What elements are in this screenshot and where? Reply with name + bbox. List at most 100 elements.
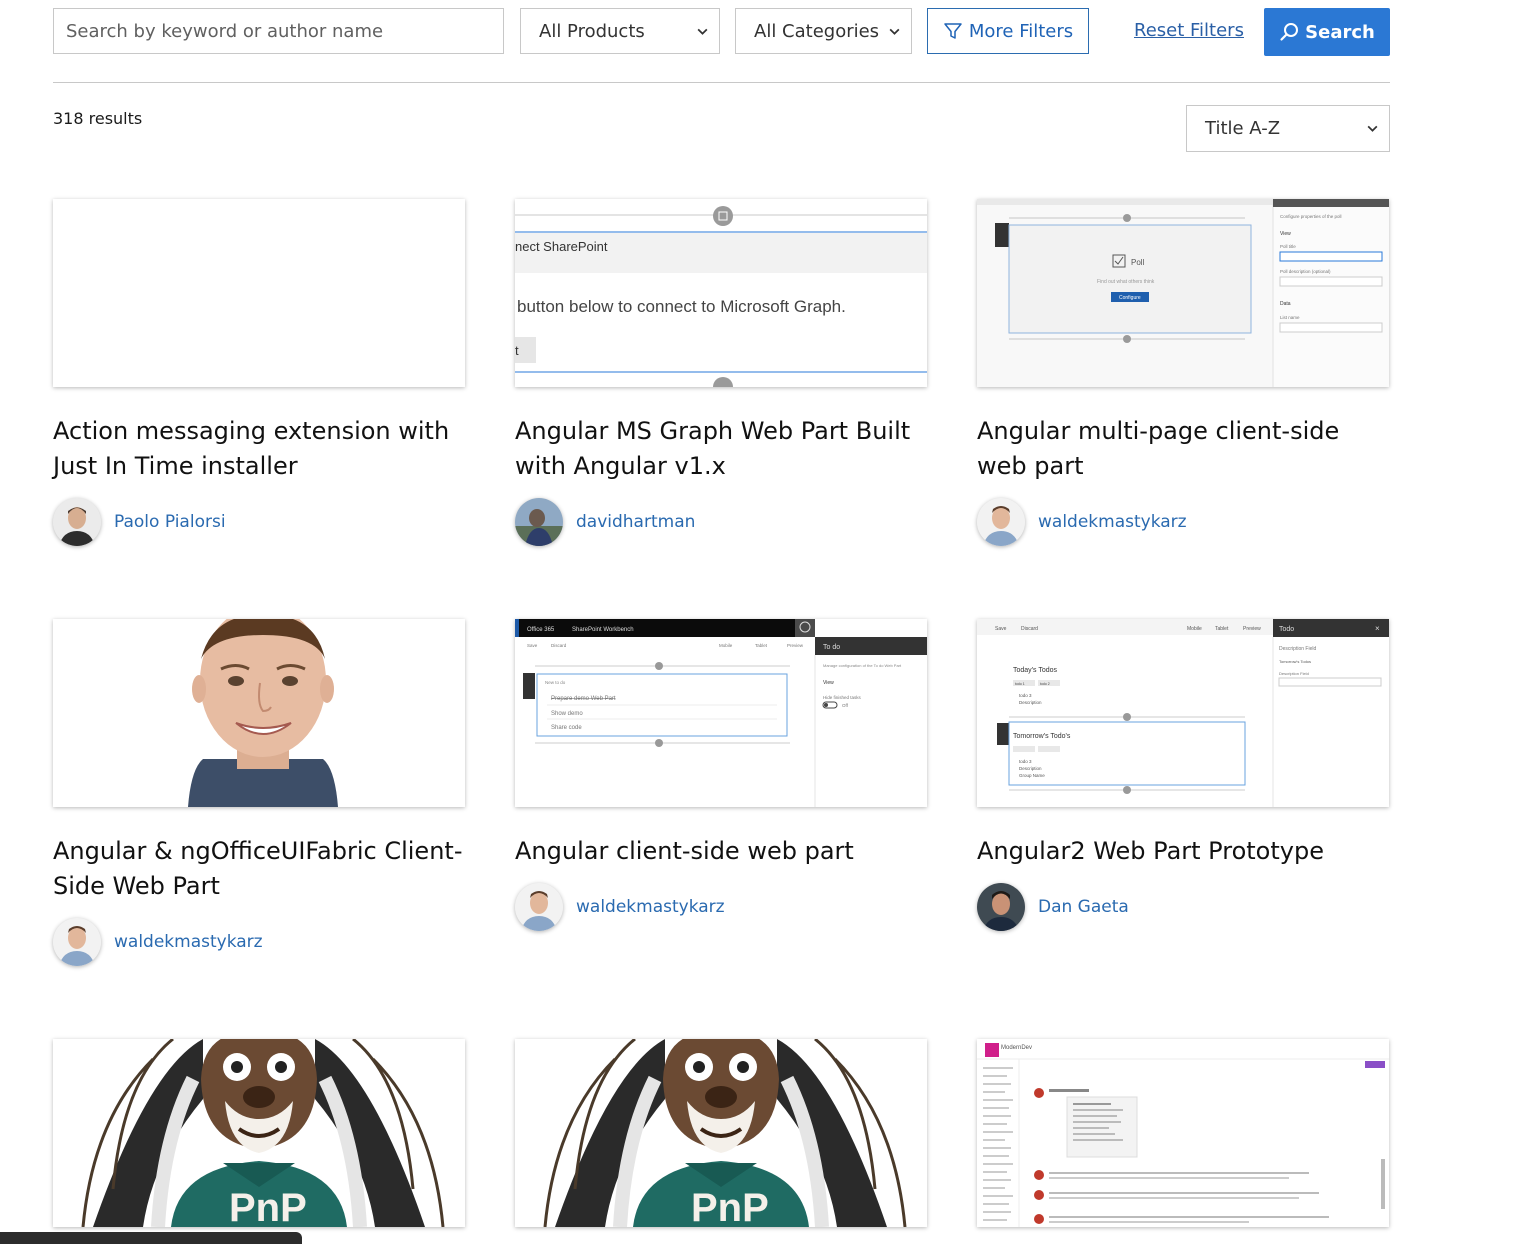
thumb-text: Description	[1019, 700, 1042, 705]
sample-thumbnail[interactable]: Office 365 SharePoint Workbench Save Dis…	[515, 619, 927, 807]
sample-card[interactable]: Action messaging extension with Just In …	[53, 199, 465, 546]
thumb-text: Description Field	[1279, 646, 1316, 652]
thumb-text: Data	[1280, 301, 1291, 307]
sample-thumbnail[interactable]: PnP	[515, 1039, 927, 1227]
author-row: waldekmastykarz	[977, 498, 1389, 546]
thumb-text: Poll description (optional)	[1280, 269, 1331, 274]
thumb-text: todo 1	[1015, 682, 1025, 686]
sample-card[interactable]: Poll Find out what others think Configur…	[977, 199, 1389, 546]
thumb-text: Configure properties of the poll	[1280, 214, 1342, 219]
avatar	[977, 883, 1025, 931]
search-button[interactable]: Search	[1264, 8, 1390, 56]
thumb-text: Office 365	[527, 627, 555, 633]
sample-card[interactable]: nect SharePoint button below to connect …	[515, 199, 927, 546]
author-name[interactable]: davidhartman	[576, 512, 695, 532]
sample-thumbnail[interactable]: PnP	[53, 1039, 465, 1227]
author-name[interactable]: Paolo Pialorsi	[114, 512, 226, 532]
author-row: Dan Gaeta	[977, 883, 1389, 931]
sample-title[interactable]: Angular & ngOfficeUIFabric Client-Side W…	[53, 834, 465, 904]
more-filters-label: More Filters	[968, 20, 1074, 42]
avatar	[515, 883, 563, 931]
thumb-text: ModernDev	[1001, 1045, 1032, 1051]
sample-title[interactable]: Angular client-side web part	[515, 834, 927, 869]
thumb-text: todo 2	[1040, 682, 1050, 686]
chevron-down-icon	[1367, 125, 1378, 132]
bottom-scrollbar[interactable]	[0, 1232, 302, 1244]
thumb-text: Poll	[1131, 258, 1145, 267]
thumb-text: SharePoint Workbench	[572, 627, 634, 633]
categories-select-value: All Categories	[754, 20, 880, 42]
author-row: waldekmastykarz	[515, 883, 927, 931]
categories-select[interactable]: All Categories	[735, 8, 912, 54]
thumb-text: t	[515, 343, 519, 358]
filter-icon	[944, 23, 962, 39]
sample-card[interactable]: ModernDev	[977, 1039, 1389, 1227]
svg-text:Description Field: Description Field	[1279, 671, 1309, 676]
thumb-text: Tablet	[1215, 626, 1229, 632]
sample-title[interactable]: Angular MS Graph Web Part Built with Ang…	[515, 414, 927, 484]
author-name[interactable]: waldekmastykarz	[114, 932, 263, 952]
thumb-text: View	[823, 680, 834, 686]
sample-thumbnail[interactable]: Poll Find out what others think Configur…	[977, 199, 1389, 387]
thumb-text: View	[1280, 231, 1291, 237]
thumb-text: Mobile	[719, 643, 733, 648]
thumb-text: Save	[995, 626, 1007, 632]
thumb-text: Preview	[1243, 626, 1261, 632]
thumb-text: Discard	[551, 643, 567, 648]
avatar	[53, 918, 101, 966]
thumb-text: List name	[1280, 315, 1300, 320]
sample-thumbnail[interactable]	[53, 619, 465, 807]
thumb-text: Poll title	[1280, 244, 1296, 249]
sample-title[interactable]: Action messaging extension with Just In …	[53, 414, 465, 484]
sample-card[interactable]: Angular & ngOfficeUIFabric Client-Side W…	[53, 619, 465, 966]
thumb-text: Todo	[1279, 626, 1294, 633]
thumb-text: Hide finished tasks	[823, 695, 862, 700]
author-row: Paolo Pialorsi	[53, 498, 465, 546]
sample-thumbnail[interactable]: ModernDev	[977, 1039, 1389, 1227]
pnp-text: PnP	[229, 1186, 307, 1227]
thumb-text: Show demo	[551, 711, 583, 717]
svg-text:×: ×	[1375, 624, 1380, 633]
thumb-text: Preview	[787, 643, 804, 648]
author-name[interactable]: waldekmastykarz	[576, 897, 725, 917]
thumb-text: To do	[823, 644, 840, 651]
avatar	[515, 498, 563, 546]
thumb-text: nect SharePoint	[515, 239, 608, 254]
thumb-text: button below to connect to Microsoft Gra…	[517, 297, 846, 316]
pnp-text: PnP	[691, 1186, 769, 1227]
more-filters-button[interactable]: More Filters	[927, 8, 1089, 54]
author-name[interactable]: Dan Gaeta	[1038, 897, 1129, 917]
author-row: davidhartman	[515, 498, 927, 546]
sample-title[interactable]: Angular multi-page client-side web part	[977, 414, 1389, 484]
thumb-text: Off	[842, 703, 849, 708]
search-button-label: Search	[1305, 21, 1375, 43]
thumb-text: Discard	[1021, 626, 1038, 632]
thumb-text: Mobile	[1187, 626, 1202, 632]
sample-title[interactable]: Angular2 Web Part Prototype	[977, 834, 1389, 869]
divider	[53, 82, 1390, 83]
sample-card[interactable]: Office 365 SharePoint Workbench Save Dis…	[515, 619, 927, 931]
thumb-text: Configure	[1119, 295, 1141, 301]
sample-card[interactable]: PnP	[53, 1039, 465, 1227]
reset-filters-link[interactable]: Reset Filters	[1134, 20, 1244, 41]
avatar	[977, 498, 1025, 546]
thumb-text: Description	[1019, 766, 1042, 771]
products-select[interactable]: All Products	[520, 8, 720, 54]
search-input[interactable]	[53, 8, 504, 54]
sample-card[interactable]: PnP	[515, 1039, 927, 1227]
sample-thumbnail[interactable]	[53, 199, 465, 387]
thumb-text: Save	[527, 643, 538, 648]
thumb-text: Share code	[551, 725, 582, 731]
thumb-text: todo 3	[1019, 693, 1032, 698]
thumb-text: Tablet	[755, 643, 768, 648]
sample-card[interactable]: Save Discard Mobile Tablet Preview Todo …	[977, 619, 1389, 931]
author-name[interactable]: waldekmastykarz	[1038, 512, 1187, 532]
thumb-text: Today's Todos	[1013, 667, 1058, 674]
chevron-down-icon	[697, 28, 708, 35]
sample-thumbnail[interactable]: Save Discard Mobile Tablet Preview Todo …	[977, 619, 1389, 807]
sort-select[interactable]: Title A-Z	[1186, 105, 1390, 152]
pnp-mascot-image: PnP	[515, 1039, 927, 1227]
sample-thumbnail[interactable]: nect SharePoint button below to connect …	[515, 199, 927, 387]
sort-select-value: Title A-Z	[1205, 118, 1281, 139]
thumb-text: todo 3	[1019, 759, 1032, 764]
